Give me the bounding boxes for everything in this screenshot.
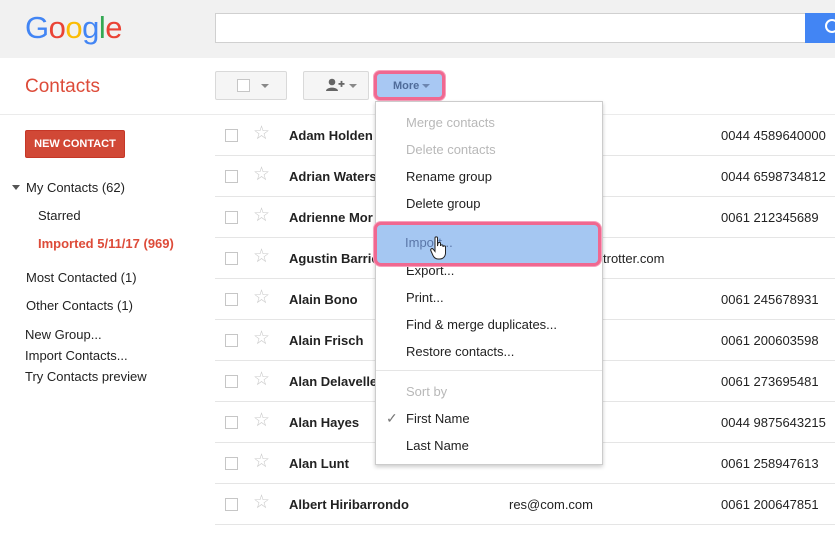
star-icon[interactable]: ☆ — [253, 247, 270, 266]
app-title[interactable]: Contacts — [25, 76, 100, 98]
sidebar-item-most-contacted[interactable]: Most Contacted (1) — [26, 270, 137, 285]
add-to-group-button[interactable] — [303, 71, 369, 100]
star-icon[interactable]: ☆ — [253, 452, 270, 471]
star-icon[interactable]: ☆ — [253, 206, 270, 225]
select-all-button[interactable] — [215, 71, 287, 100]
menu-item-import[interactable]: Import... — [374, 222, 601, 266]
sidebar-item-other-contacts[interactable]: Other Contacts (1) — [26, 298, 133, 313]
more-button[interactable]: More — [374, 71, 445, 100]
contact-phone: 0044 4589640000 — [721, 128, 826, 143]
contact-phone: 0061 245678931 — [721, 292, 819, 307]
row-checkbox[interactable] — [225, 293, 238, 306]
sidebar-item-starred[interactable]: Starred — [38, 208, 81, 223]
checkbox-icon — [237, 79, 250, 92]
import-contacts-link[interactable]: Import Contacts... — [25, 348, 128, 363]
menu-item-delete-group[interactable]: Delete group — [376, 190, 602, 217]
logo-letter: e — [105, 10, 123, 45]
row-checkbox[interactable] — [225, 170, 238, 183]
search-input[interactable] — [215, 13, 806, 43]
person-add-icon — [326, 78, 345, 91]
contact-phone: 0061 212345689 — [721, 210, 819, 225]
more-label: More — [393, 80, 420, 92]
google-logo[interactable]: Google — [25, 10, 123, 46]
contact-name[interactable]: Alan Lunt — [289, 456, 349, 471]
hand-cursor-icon — [430, 236, 446, 260]
contact-row[interactable]: ☆ Albert Hiribarrondo res@com.com 0061 2006… — [215, 484, 835, 525]
menu-separator — [376, 370, 602, 371]
contact-name[interactable]: Alain Frisch — [289, 333, 363, 348]
star-icon[interactable]: ☆ — [253, 370, 270, 389]
search-icon — [825, 19, 835, 33]
star-icon[interactable]: ☆ — [253, 288, 270, 307]
sidebar-item-my-contacts[interactable]: My Contacts (62) — [26, 180, 125, 195]
row-checkbox[interactable] — [225, 252, 238, 265]
contact-email: res@com.com — [509, 497, 593, 512]
checkmark-icon: ✓ — [386, 410, 398, 426]
menu-item-restore-contacts[interactable]: Restore contacts... — [376, 338, 602, 365]
menu-item-find-merge-duplicates[interactable]: Find & merge duplicates... — [376, 311, 602, 338]
more-menu: Merge contacts Delete contacts Rename gr… — [375, 101, 603, 465]
contact-name[interactable]: Albert Hiribarrondo — [289, 497, 409, 512]
star-icon[interactable]: ☆ — [253, 493, 270, 512]
contact-email: trotter.com — [603, 251, 665, 266]
logo-letter: G — [25, 10, 49, 45]
logo-letter: o — [65, 10, 83, 45]
contact-phone: 0061 200603598 — [721, 333, 819, 348]
menu-item-rename-group[interactable]: Rename group — [376, 163, 602, 190]
row-checkbox[interactable] — [225, 211, 238, 224]
star-icon[interactable]: ☆ — [253, 124, 270, 143]
menu-item-sort-first-name[interactable]: ✓ First Name — [376, 405, 602, 432]
menu-item-delete-contacts: Delete contacts — [406, 142, 496, 157]
contact-name[interactable]: Alan Hayes — [289, 415, 359, 430]
contact-phone: 0044 9875643215 — [721, 415, 826, 430]
contact-name[interactable]: Alan Delavelle — [289, 374, 377, 389]
row-checkbox[interactable] — [225, 334, 238, 347]
chevron-down-icon — [349, 84, 357, 88]
contact-name[interactable]: Adrienne Mor — [289, 210, 373, 225]
contact-phone: 0061 258947613 — [721, 456, 819, 471]
row-checkbox[interactable] — [225, 129, 238, 142]
contact-phone: 0044 6598734812 — [721, 169, 826, 184]
contact-name[interactable]: Agustin Barrio — [289, 251, 379, 266]
row-checkbox[interactable] — [225, 498, 238, 511]
menu-item-label: First Name — [406, 411, 470, 426]
sidebar-item-imported[interactable]: Imported 5/11/17 (969) — [38, 236, 174, 251]
chevron-down-icon — [261, 84, 269, 88]
star-icon[interactable]: ☆ — [253, 411, 270, 430]
collapse-triangle-icon[interactable] — [12, 185, 20, 190]
menu-label-sort-by: Sort by — [406, 384, 448, 399]
star-icon[interactable]: ☆ — [253, 329, 270, 348]
menu-item-merge-contacts: Merge contacts — [406, 115, 495, 130]
contact-phone: 0061 273695481 — [721, 374, 819, 389]
new-contact-button[interactable]: NEW CONTACT — [25, 130, 125, 158]
logo-letter: g — [82, 10, 99, 45]
chevron-down-icon — [422, 84, 430, 88]
menu-item-print[interactable]: Print... — [376, 284, 602, 311]
star-icon[interactable]: ☆ — [253, 165, 270, 184]
contact-name[interactable]: Adam Holden — [289, 128, 373, 143]
row-checkbox[interactable] — [225, 457, 238, 470]
row-checkbox[interactable] — [225, 416, 238, 429]
logo-letter: o — [48, 10, 66, 45]
new-group-link[interactable]: New Group... — [25, 327, 102, 342]
try-contacts-preview-link[interactable]: Try Contacts preview — [25, 369, 147, 384]
contact-phone: 0061 200647851 — [721, 497, 819, 512]
contact-name[interactable]: Alain Bono — [289, 292, 358, 307]
top-bar: Google — [0, 0, 835, 58]
row-checkbox[interactable] — [225, 375, 238, 388]
search-button[interactable] — [805, 13, 835, 43]
contact-name[interactable]: Adrian Waters — [289, 169, 377, 184]
menu-item-sort-last-name[interactable]: Last Name — [376, 432, 602, 459]
